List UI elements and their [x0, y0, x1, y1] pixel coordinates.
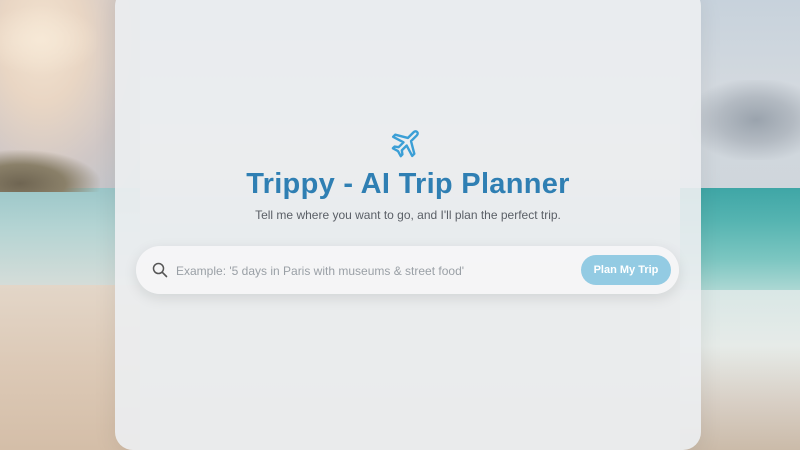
search-bar: Plan My Trip [136, 246, 679, 294]
search-icon [152, 262, 168, 278]
airplane-icon [391, 130, 419, 158]
background-island [0, 150, 100, 192]
background-cloud-right [690, 80, 800, 160]
trip-search-input[interactable] [174, 258, 578, 284]
background-cloud-left [0, 5, 100, 75]
main-card [115, 0, 701, 450]
plan-my-trip-button[interactable]: Plan My Trip [581, 255, 671, 285]
page-title: Trippy - AI Trip Planner [246, 168, 570, 200]
page-subtitle: Tell me where you want to go, and I'll p… [255, 208, 561, 222]
